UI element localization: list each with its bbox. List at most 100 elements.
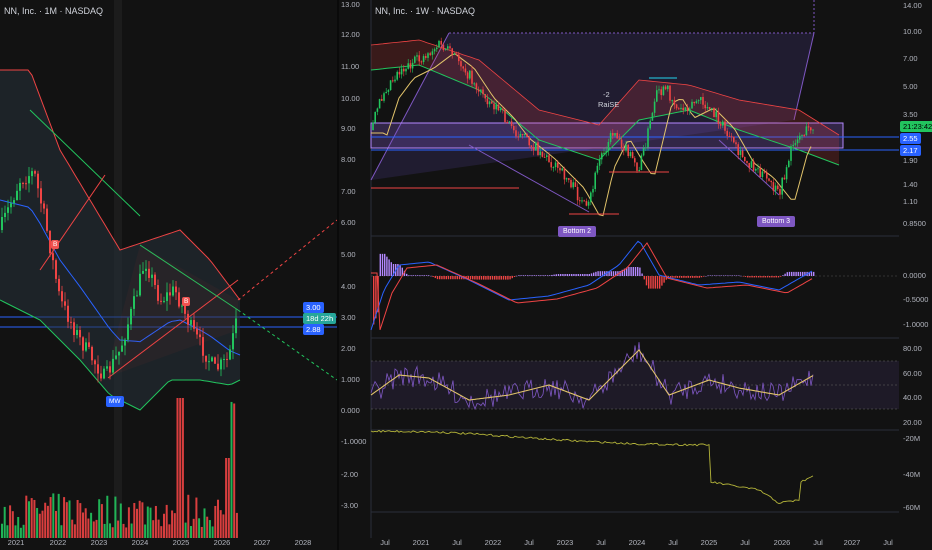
candle-body [484,94,486,99]
volume-bar [122,523,125,538]
candle-body [229,349,231,360]
candle-body [510,121,513,126]
candle-body [438,40,440,48]
sell-marker-1[interactable]: B [51,240,60,249]
right-axis-tick: 60.00 [903,369,922,378]
candle-body [4,212,6,218]
macd-histogram [390,262,392,276]
macd-histogram [700,276,703,278]
candle-body [574,182,577,187]
volume-bar [141,502,144,538]
macd-histogram [478,276,480,280]
candle-body [495,104,497,110]
right-weekly-chart[interactable] [339,0,932,550]
candle-body [405,68,407,72]
left-axis-tick: 2.00 [341,344,356,353]
candle-body [133,296,135,309]
level-badge-2-55: 2.55 [900,133,921,144]
volume-bar [65,502,68,538]
candle-body [735,142,737,145]
macd-histogram [544,275,546,276]
volume-bar [30,498,33,538]
macd-line [370,240,813,331]
candle-body [700,97,702,101]
left-axis-tick: 6.00 [341,218,356,227]
candle-body [513,125,515,131]
candle-body [640,155,643,171]
left-axis-tick: 13.00 [341,0,360,9]
candle-body [579,200,581,202]
candle-body [552,167,555,169]
left-chart-pane[interactable]: NN, Inc. · 1M · NASDAQ 3.00 18d 22h 2.88… [0,0,337,550]
volume-bar [168,524,171,538]
macd-histogram [397,264,399,276]
macd-histogram [813,271,815,276]
candle-body [411,62,414,69]
macd-histogram [516,275,518,277]
macd-histogram [529,275,531,276]
candle-body [801,135,803,137]
macd-histogram [491,276,494,280]
volume-bar [195,497,198,538]
left-axis-tick: -1.0000 [341,437,367,446]
macd-histogram [399,264,401,276]
macd-histogram [641,273,643,276]
volume-bar [87,518,90,538]
macd-histogram [740,275,742,277]
candle-body [719,124,722,126]
candle-body [592,189,594,193]
candle-body [429,53,431,55]
candle-body [761,171,764,177]
candle-body [130,308,132,325]
candle-body [625,144,627,151]
macd-histogram [652,276,654,289]
right-x-tick: Jul [740,538,750,547]
macd-histogram [379,253,381,276]
right-chart-pane[interactable]: NN, Inc. · 1W · NASDAQ 13.00 12.00 11.00… [339,0,932,550]
bottom-3-label[interactable]: Bottom 3 [757,216,796,227]
bottom-2-label[interactable]: Bottom 2 [558,226,597,237]
sell-marker-2[interactable]: B [182,297,191,306]
macd-histogram [749,276,751,278]
candle-body [724,121,726,131]
right-x-tick: Jul [668,538,678,547]
candle-body [557,162,559,168]
candle-body [810,127,812,131]
candle-body [783,177,786,180]
macd-histogram [694,276,696,278]
macd-histogram [485,276,487,280]
candle-body [603,152,605,154]
macd-histogram [480,276,483,280]
volume-bar [19,527,22,538]
macd-histogram [406,273,408,276]
macd-histogram [762,276,764,278]
candle-body [226,358,228,360]
level-badge-2-17: 2.17 [900,145,921,156]
volume-bar [217,499,219,538]
left-x-tick: 2025 [172,538,190,547]
candle-body [744,157,746,162]
volume-bar [200,526,203,538]
macd-histogram [560,274,562,276]
candle-body [37,173,39,189]
candle-body [504,109,506,123]
macd-histogram [733,275,736,276]
macd-histogram [696,276,698,278]
left-axis-tick: 7.00 [341,187,356,196]
right-axis-tick: -1.0000 [903,320,929,329]
mw-label[interactable]: MW [106,396,124,407]
candle-body [664,86,667,90]
macd-histogram [507,276,509,280]
candle-body [755,168,757,171]
macd-histogram [511,276,513,279]
left-monthly-chart[interactable] [0,0,337,550]
candle-body [163,300,165,302]
macd-histogram [436,276,439,280]
candle-body [407,63,409,69]
macd-histogram [709,275,711,276]
volume-bar [106,495,109,538]
candle-body [535,142,537,151]
candle-body [662,86,665,96]
candle-body [409,63,412,69]
volume-bar [49,497,52,538]
